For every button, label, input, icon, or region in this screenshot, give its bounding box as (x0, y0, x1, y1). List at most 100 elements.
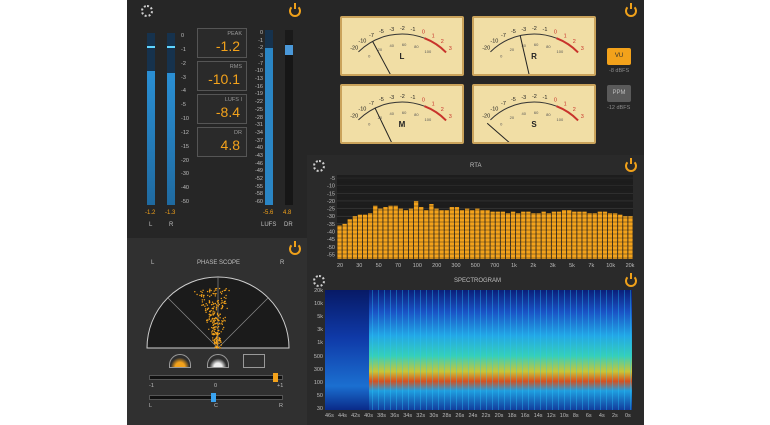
vu-scale-label: -10 (490, 39, 498, 45)
scope-sample-dot (228, 289, 230, 292)
spectrogram-y-tick: 500 (313, 353, 323, 360)
scope-sample-dot (215, 317, 217, 319)
scope-sample-dot (214, 311, 216, 313)
rta-bar (577, 211, 582, 259)
rta-bar (444, 210, 449, 259)
settings-gear-icon[interactable] (313, 275, 325, 287)
correlation-track (149, 375, 283, 380)
scope-sample-dot (213, 303, 215, 305)
scope-sample-dot (214, 331, 217, 334)
rta-bar (536, 213, 541, 259)
power-icon[interactable] (289, 3, 301, 17)
spectrogram-x-tick: 4s (598, 413, 605, 419)
scope-sample-dot (220, 302, 223, 304)
scope-mode-star-button[interactable] (207, 354, 229, 368)
correlation-min-label: -1 (149, 383, 154, 389)
rta-bar (510, 211, 516, 259)
rta-bar (388, 205, 393, 259)
rta-x-tick: 3k (550, 263, 556, 269)
dr-readout: DR 4.8 (197, 127, 247, 157)
ppm-mode-button[interactable]: PPM (607, 85, 631, 102)
balance-marker (210, 393, 216, 402)
dr-column-label: DR (284, 222, 293, 228)
scope-sample-dot (219, 323, 221, 325)
rta-bar (541, 211, 546, 259)
rta-x-tick: 300 (451, 263, 460, 269)
spectrogram-y-tick: 50 (316, 392, 323, 399)
spectrogram-x-tick: 2s (611, 413, 618, 419)
lufs-tick-label: -28 (255, 114, 263, 121)
scope-sample-dot (214, 326, 216, 328)
lufs-tick-label: -46 (255, 160, 263, 167)
scope-sample-dot (213, 332, 215, 335)
balance-track (149, 395, 283, 400)
scope-mode-triangle-button[interactable] (243, 354, 265, 368)
vu-percent-label: 60 (402, 42, 407, 47)
vu-scale-label: -20 (350, 114, 358, 120)
scope-sample-dot (209, 291, 211, 293)
rta-y-tick: -5 (330, 176, 335, 182)
rta-bar (490, 211, 495, 259)
balance-left-label: L (149, 403, 153, 409)
readout-right: -1.3 (165, 210, 176, 216)
power-icon[interactable] (289, 241, 301, 255)
vu-percent-label: 80 (414, 44, 419, 49)
level-tick-label: -1 (181, 46, 186, 53)
vu-scale-label: -3 (521, 27, 526, 33)
spectrogram-x-tick: 46s (325, 413, 334, 419)
spectrogram-x-tick: 34s (403, 413, 413, 419)
vu-percent-label: 80 (546, 44, 551, 49)
lufs-tick-label: -19 (255, 91, 263, 98)
rta-bar (561, 210, 567, 259)
rta-bar (505, 213, 511, 259)
spectrogram-display (325, 290, 632, 410)
vu-scale-label: 0 (554, 97, 557, 103)
scope-sample-dot (212, 312, 214, 314)
scope-sample-dot (210, 309, 212, 312)
peak-hold-left (147, 46, 155, 48)
vu-percent-label: 80 (414, 112, 419, 117)
settings-gear-icon[interactable] (141, 5, 153, 17)
rta-chart: -5 -10-15 -20 -25-30 -35 -40-45 -50-5520 30 50 70… (327, 175, 635, 269)
vu-percent-label: 60 (534, 110, 539, 115)
level-tick-label: -10 (181, 116, 189, 122)
vu-reference-label: -8 dBFS (609, 68, 630, 74)
power-icon[interactable] (625, 273, 637, 287)
scope-sample-dot (223, 300, 226, 303)
meter-lufs (265, 30, 273, 205)
power-icon[interactable] (625, 3, 637, 17)
dr-indicator (285, 45, 293, 55)
scope-sample-dot (225, 302, 227, 305)
vu-scale-label: -7 (369, 33, 374, 39)
rms-value: -10.1 (208, 71, 240, 87)
scope-mode-lissajous-button[interactable] (169, 354, 191, 368)
scope-sample-dot (221, 290, 224, 293)
scope-sample-dot (212, 310, 214, 312)
rta-x-tick: 500 (471, 263, 480, 269)
scope-sample-dot (214, 293, 217, 295)
vu-scale-label: -2 (400, 94, 405, 100)
scope-sample-dot (202, 289, 204, 291)
meter-right-channel (167, 33, 175, 205)
vu-scale: -20-10-7-5-3-2-10123020406080100 (482, 94, 584, 142)
rta-bar (347, 219, 352, 259)
rta-bar (521, 211, 526, 259)
scope-sample-dot (216, 300, 219, 302)
scope-sample-dot (210, 314, 213, 316)
level-tick-label: -4 (181, 88, 186, 95)
vu-mode-button[interactable]: VU (607, 48, 631, 65)
lufs-tick-label: -1 (258, 37, 263, 44)
scope-sample-dot (212, 337, 214, 339)
phase-scope-title: PHASE SCOPE (197, 260, 241, 266)
scope-sample-dot (218, 332, 221, 335)
vu-meter-l: -20 -10 -7 -5 -3 -2 -1 0 1 2 3 0 20 40 60 80 100 L (340, 16, 464, 76)
spectrogram-x-tick: 26s (455, 413, 465, 419)
scope-sample-dot (204, 305, 206, 307)
vu-scale-label: -5 (511, 29, 516, 35)
phase-scope-left-label: L (151, 260, 155, 266)
vu-scale-label: -10 (358, 107, 366, 113)
rta-x-tick: 20 (337, 263, 343, 269)
scope-sample-dot (207, 307, 210, 309)
scope-sample-dot (222, 328, 224, 330)
rta-y-tick: -55 (327, 252, 335, 258)
